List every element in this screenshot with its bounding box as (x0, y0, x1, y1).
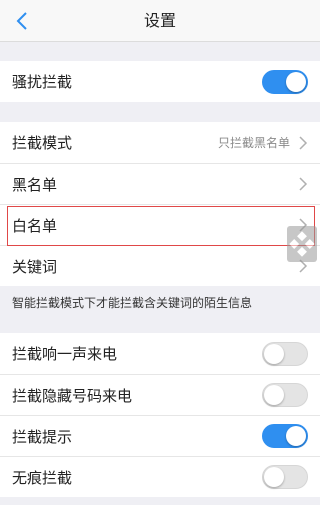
chevron-right-icon (299, 135, 308, 150)
harass-intercept-toggle[interactable] (262, 69, 308, 94)
setting-row-intercept-mode[interactable]: 拦截模式 只拦截黑名单 (0, 122, 320, 163)
setting-row-silent-intercept: 无痕拦截 (0, 456, 320, 497)
setting-label: 骚扰拦截 (12, 73, 73, 91)
setting-label: 拦截响一声来电 (12, 345, 118, 363)
setting-label: 黑名单 (12, 175, 58, 194)
intercept-mode-value: 只拦截黑名单 (217, 136, 290, 150)
one-ring-calls-toggle[interactable] (262, 341, 308, 366)
setting-label: 拦截隐藏号码来电 (12, 386, 133, 405)
silent-intercept-toggle[interactable] (262, 465, 308, 489)
top-bar: 设置 (0, 0, 320, 42)
setting-row-hidden-number-calls: 拦截隐藏号码来电 (0, 374, 320, 415)
mode-group: 拦截模式 只拦截黑名单 黑名单 白名单 关键词 (0, 122, 320, 286)
setting-label: 无痕拦截 (12, 468, 73, 487)
toggle-knob (286, 71, 306, 92)
toggle-knob (264, 385, 284, 405)
setting-label: 白名单 (12, 216, 58, 235)
setting-label: 拦截提示 (12, 427, 73, 446)
toggle-knob (286, 426, 306, 446)
toggle-knob (264, 467, 284, 487)
setting-label: 拦截模式 (12, 134, 73, 152)
intercept-prompt-toggle[interactable] (262, 424, 308, 448)
setting-row-keywords[interactable]: 关键词 (0, 245, 320, 286)
setting-row-intercept-prompt: 拦截提示 (0, 415, 320, 456)
chevron-right-icon (299, 177, 308, 191)
toggle-knob (264, 343, 284, 364)
floating-assist-icon[interactable] (287, 226, 317, 262)
page-title: 设置 (143, 11, 176, 30)
keyword-note: 智能拦截模式下才能拦截含关键词的陌生信息 (12, 296, 253, 310)
setting-row-whitelist[interactable]: 白名单 (0, 204, 320, 245)
options-group: 拦截响一声来电 拦截隐藏号码来电 拦截提示 无痕拦截 (0, 333, 320, 497)
setting-row-blacklist[interactable]: 黑名单 (0, 163, 320, 204)
hidden-number-calls-toggle[interactable] (262, 383, 308, 407)
harass-group: 骚扰拦截 (0, 61, 320, 102)
setting-row-one-ring-calls: 拦截响一声来电 (0, 333, 320, 374)
setting-row-harass-intercept: 骚扰拦截 (0, 61, 320, 102)
setting-label: 关键词 (12, 257, 58, 276)
